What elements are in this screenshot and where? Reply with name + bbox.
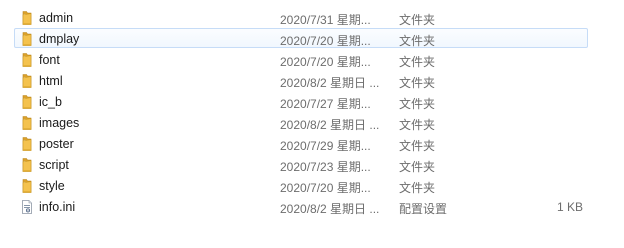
file-type: 文件夹	[399, 76, 436, 90]
file-date-modified: 2020/7/20 星期...	[280, 181, 371, 195]
file-type: 文件夹	[399, 139, 436, 153]
file-row[interactable]: ic_b 2020/7/27 星期... 文件夹	[14, 91, 588, 111]
file-date-modified: 2020/7/29 星期...	[280, 139, 371, 153]
file-name: font	[39, 53, 60, 67]
file-date-modified: 2020/7/31 星期...	[280, 13, 371, 27]
file-row[interactable]: admin 2020/7/31 星期... 文件夹	[14, 7, 588, 27]
file-row[interactable]: font 2020/7/20 星期... 文件夹	[14, 49, 588, 69]
file-type: 配置设置	[399, 202, 448, 216]
folder-icon	[20, 178, 34, 194]
file-row[interactable]: poster 2020/7/29 星期... 文件夹	[14, 133, 588, 153]
folder-icon	[20, 136, 34, 152]
file-row[interactable]: script 2020/7/23 星期... 文件夹	[14, 154, 588, 174]
folder-icon	[20, 10, 34, 26]
folder-icon	[20, 52, 34, 68]
folder-icon	[20, 73, 34, 89]
file-name: style	[39, 179, 65, 193]
file-type: 文件夹	[399, 118, 436, 132]
file-type: 文件夹	[399, 181, 436, 195]
file-row[interactable]: images 2020/8/2 星期日 ... 文件夹	[14, 112, 588, 132]
file-name: script	[39, 158, 69, 172]
file-type: 文件夹	[399, 160, 436, 174]
file-date-modified: 2020/8/2 星期日 ...	[280, 76, 380, 90]
file-date-modified: 2020/7/27 星期...	[280, 97, 371, 111]
file-row[interactable]: html 2020/8/2 星期日 ... 文件夹	[14, 70, 588, 90]
file-row[interactable]: dmplay 2020/7/20 星期... 文件夹	[14, 28, 588, 48]
file-date-modified: 2020/7/20 星期...	[280, 55, 371, 69]
file-date-modified: 2020/8/2 星期日 ...	[280, 202, 380, 216]
file-row[interactable]: info.ini 2020/8/2 星期日 ... 配置设置 1 KB	[14, 196, 588, 216]
file-size: 1 KB	[556, 200, 583, 214]
file-name: ic_b	[39, 95, 62, 109]
file-name: html	[39, 74, 63, 88]
folder-icon	[20, 94, 34, 110]
file-name: dmplay	[39, 32, 80, 46]
file-type: 文件夹	[399, 13, 436, 27]
folder-icon	[20, 31, 34, 47]
file-row[interactable]: style 2020/7/20 星期... 文件夹	[14, 175, 588, 195]
file-type: 文件夹	[399, 34, 436, 48]
file-name: info.ini	[39, 200, 76, 214]
file-date-modified: 2020/8/2 星期日 ...	[280, 118, 380, 132]
file-type: 文件夹	[399, 55, 436, 69]
folder-icon	[20, 115, 34, 131]
file-date-modified: 2020/7/23 星期...	[280, 160, 371, 174]
file-name: images	[39, 116, 80, 130]
file-type: 文件夹	[399, 97, 436, 111]
file-date-modified: 2020/7/20 星期...	[280, 34, 371, 48]
file-name: admin	[39, 11, 74, 25]
folder-icon	[20, 157, 34, 173]
file-list: admin 2020/7/31 星期... 文件夹 dmplay 2020/7/20 星…	[0, 0, 624, 248]
ini-file-icon	[20, 199, 34, 215]
file-name: poster	[39, 137, 74, 151]
